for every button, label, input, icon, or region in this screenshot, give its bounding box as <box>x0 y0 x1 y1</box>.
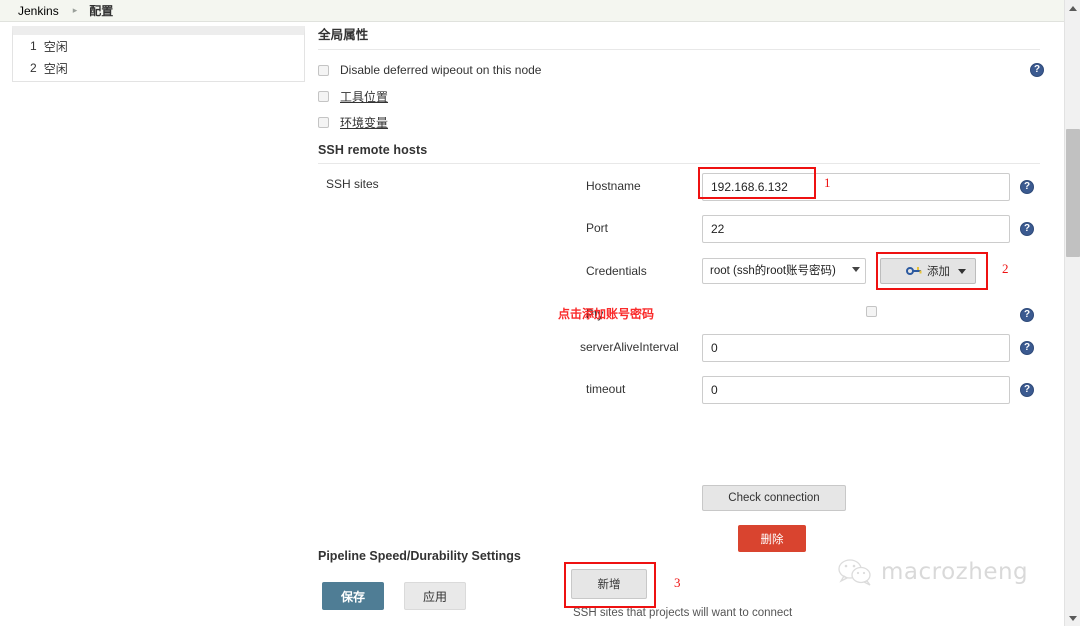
apply-button[interactable]: 应用 <box>404 582 466 610</box>
executor-status: 空闲 <box>43 39 68 54</box>
scrollbar-thumb[interactable] <box>1066 129 1080 257</box>
field-row-hostname: Hostname 192.168.6.132 ? <box>586 173 1048 203</box>
help-icon[interactable]: ? <box>1020 222 1034 236</box>
jenkins-configure-page: Jenkins ▸ 配置 1 空闲 2 空闲 全局属性 Disable defe… <box>0 0 1080 626</box>
chevron-up-icon <box>1069 5 1077 11</box>
field-row-timeout: timeout 0 ? <box>586 376 1048 406</box>
timeout-input[interactable]: 0 <box>702 376 1010 404</box>
checkbox-row-tool-locations[interactable]: 工具位置 <box>318 83 1048 109</box>
chevron-down-icon <box>852 267 860 272</box>
executor-status: 空闲 <box>43 61 68 76</box>
credentials-select[interactable]: root (ssh的root账号密码) <box>702 258 866 284</box>
ssh-sites-helper-text: SSH sites that projects will want to con… <box>573 607 793 619</box>
port-label: Port <box>586 221 609 235</box>
pty-checkbox[interactable] <box>866 306 877 317</box>
help-icon[interactable]: ? <box>1020 341 1034 355</box>
checkbox-icon[interactable] <box>318 64 329 76</box>
annotation-box-add-credentials <box>876 252 988 290</box>
global-properties-heading: 全局属性 <box>318 28 369 42</box>
divider <box>318 163 1040 164</box>
credentials-selected-value: root (ssh的root账号密码) <box>710 265 836 277</box>
delete-button[interactable]: 删除 <box>738 525 806 552</box>
list-item[interactable]: 2 空闲 <box>13 57 304 79</box>
ssh-remote-hosts-heading: SSH remote hosts <box>318 143 428 157</box>
check-connection-button[interactable]: Check connection <box>702 485 846 511</box>
chevron-down-icon <box>1069 615 1077 621</box>
help-icon[interactable]: ? <box>1020 308 1034 322</box>
pipeline-settings-heading: Pipeline Speed/Durability Settings <box>318 549 521 563</box>
checkbox-label[interactable]: 工具位置 <box>340 88 388 105</box>
field-row-server-alive-interval: serverAliveInterval 0 ? <box>580 334 1048 364</box>
credentials-label: Credentials <box>586 264 647 278</box>
scroll-down-button[interactable] <box>1065 610 1080 626</box>
scroll-up-button[interactable] <box>1065 0 1080 16</box>
hostname-label: Hostname <box>586 179 641 193</box>
field-row-port: Port 22 ? <box>586 215 1048 245</box>
checkbox-icon[interactable] <box>318 90 329 102</box>
server-alive-interval-label: serverAliveInterval <box>580 340 679 354</box>
wechat-icon <box>838 559 871 586</box>
help-icon[interactable]: ? <box>1030 63 1044 77</box>
annotation-marker-3: 3 <box>674 575 681 590</box>
main-content: 全局属性 Disable deferred wipeout on this no… <box>318 24 1048 619</box>
checkbox-label[interactable]: 环境变量 <box>340 114 388 131</box>
watermark: macrozheng <box>838 558 1028 586</box>
watermark-text: macrozheng <box>881 559 1029 585</box>
checkbox-icon[interactable] <box>318 116 329 128</box>
ssh-sites-form: SSH sites Hostname 192.168.6.132 ? Port … <box>318 167 1048 619</box>
port-input[interactable]: 22 <box>702 215 1010 243</box>
annotation-box-add-new <box>564 562 656 608</box>
field-row-pty: Pty ? <box>586 301 1048 331</box>
scrollbar[interactable] <box>1064 0 1080 626</box>
breadcrumb-current: 配置 <box>89 4 114 18</box>
annotation-marker-1: 1 <box>824 175 831 190</box>
executor-index: 2 <box>30 61 37 75</box>
annotation-marker-2: 2 <box>1002 261 1009 276</box>
breadcrumb: Jenkins ▸ 配置 <box>0 0 1064 22</box>
breadcrumb-separator-icon: ▸ <box>72 5 78 15</box>
help-icon[interactable]: ? <box>1020 383 1034 397</box>
annotation-box-hostname <box>698 167 816 199</box>
executor-index: 1 <box>30 39 37 53</box>
breadcrumb-root[interactable]: Jenkins <box>18 4 59 18</box>
checkbox-label: Disable deferred wipeout on this node <box>340 63 542 77</box>
server-alive-interval-input[interactable]: 0 <box>702 334 1010 362</box>
annotation-note: 点击添加账号密码 <box>558 307 655 321</box>
ssh-sites-label: SSH sites <box>326 177 379 191</box>
save-button[interactable]: 保存 <box>322 582 384 610</box>
checkbox-row-disable-deferred-wipeout[interactable]: Disable deferred wipeout on this node ? <box>318 57 1048 83</box>
checkbox-row-environment-variables[interactable]: 环境变量 <box>318 109 1048 135</box>
help-icon[interactable]: ? <box>1020 180 1034 194</box>
timeout-label: timeout <box>586 382 626 396</box>
list-item[interactable]: 1 空闲 <box>13 35 304 57</box>
divider <box>318 49 1040 50</box>
executors-panel: 1 空闲 2 空闲 <box>12 26 305 82</box>
